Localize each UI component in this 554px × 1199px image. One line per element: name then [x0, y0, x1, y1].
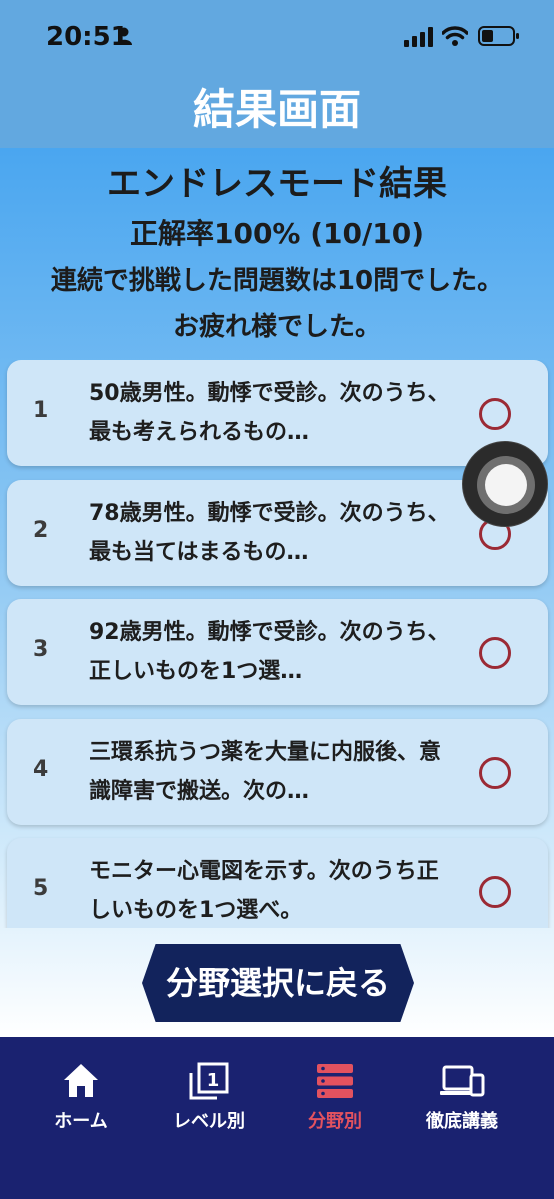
summary-line-1: 連続で挑戦した問題数は10問でした。 [50, 266, 504, 296]
result-summary: 連続で挑戦した問題数は10問でした。 お疲れ様でした。 [0, 258, 554, 350]
question-text: 三環系抗うつ薬を大量に内服後、意識障害で搬送。次の… [89, 740, 442, 804]
page-title: 結果画面 [192, 85, 361, 134]
question-item[interactable]: 5 モニター心電図を示す。次のうち正しいものを1つ選べ。 [7, 838, 548, 928]
correct-circle-icon [479, 876, 511, 908]
result-content: エンドレスモード結果 正解率100% (10/10) 連続で挑戦した問題数は10… [0, 148, 554, 1038]
svg-text:1: 1 [207, 1070, 220, 1091]
question-number: 4 [33, 757, 49, 782]
cellular-signal-icon [404, 27, 433, 47]
level-icon: 1 [189, 1062, 229, 1100]
correct-circle-icon [479, 757, 511, 789]
bottom-tab-bar: ホーム 1 レベル別 分野別 徹底講義 [0, 1037, 554, 1199]
home-icon [64, 1064, 98, 1097]
tab-label: ホーム [54, 1111, 108, 1132]
question-item[interactable]: 3 92歳男性。動悸で受診。次のうち、正しいものを1つ選… [7, 599, 548, 705]
wifi-icon [442, 26, 468, 46]
person-icon [116, 27, 132, 45]
question-text: モニター心電図を示す。次のうち正しいものを1つ選べ。 [89, 859, 439, 923]
tab-home[interactable]: ホーム [12, 1061, 150, 1141]
accuracy-rate: 正解率100% (10/10) [129, 217, 424, 250]
tab-label: 徹底講義 [426, 1111, 498, 1132]
app-header: 20:51 結果画面 [0, 0, 554, 148]
question-item[interactable]: 1 50歳男性。動悸で受診。次のうち、最も考えられるもの… [7, 360, 548, 466]
question-text: 78歳男性。動悸で受診。次のうち、最も当てはまるもの… [89, 501, 450, 565]
assistive-touch-button[interactable] [462, 441, 548, 527]
question-number: 1 [33, 398, 49, 423]
summary-line-2: お疲れ様でした。 [172, 312, 381, 342]
question-text: 50歳男性。動悸で受診。次のうち、最も考えられるもの… [89, 381, 450, 445]
correct-circle-icon [479, 637, 511, 669]
tab-level[interactable]: 1 レベル別 [140, 1061, 278, 1141]
tab-label: 分野別 [308, 1111, 362, 1132]
question-list[interactable]: 1 50歳男性。動悸で受診。次のうち、最も考えられるもの… 2 78歳男性。動悸… [0, 360, 554, 928]
question-number: 2 [33, 518, 49, 543]
tab-category[interactable]: 分野別 [266, 1061, 404, 1141]
status-bar: 20:51 [0, 0, 554, 72]
tab-label: レベル別 [173, 1111, 245, 1132]
tab-lecture[interactable]: 徹底講義 [393, 1061, 531, 1141]
question-number: 5 [33, 876, 49, 901]
question-text: 92歳男性。動悸で受診。次のうち、正しいものを1つ選… [89, 620, 450, 684]
result-heading: エンドレスモード結果 [107, 164, 447, 204]
category-icon [317, 1064, 353, 1098]
question-number: 3 [33, 637, 49, 662]
back-to-category-button[interactable]: 分野選択に戻る [142, 944, 414, 1022]
correct-circle-icon [479, 398, 511, 430]
devices-icon [440, 1065, 485, 1097]
question-item[interactable]: 4 三環系抗うつ薬を大量に内服後、意識障害で搬送。次の… [7, 719, 548, 825]
battery-icon [478, 26, 519, 46]
